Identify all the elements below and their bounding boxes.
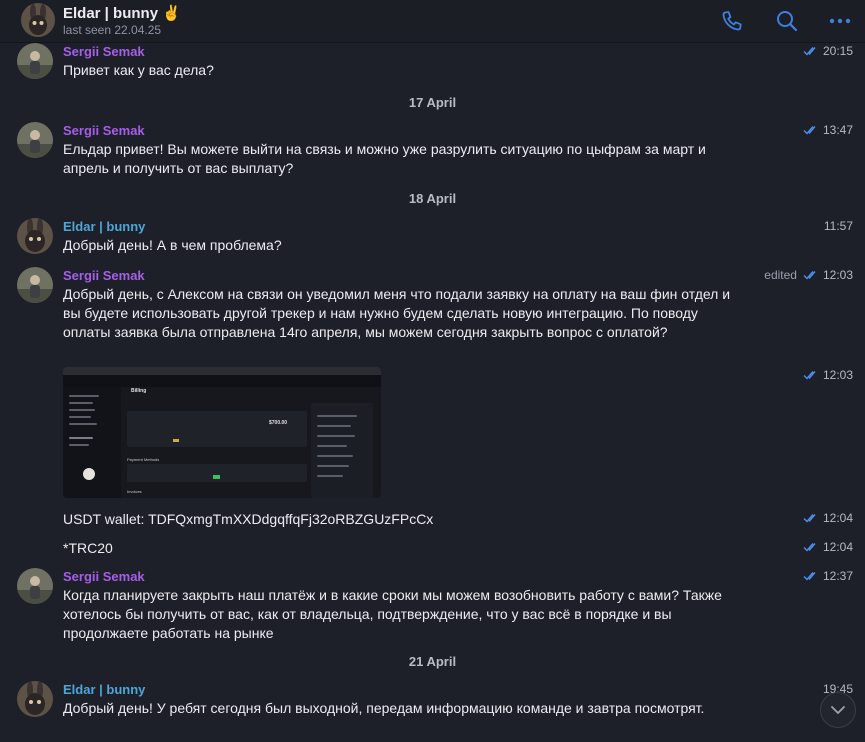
message-meta: 12:37 — [803, 569, 853, 583]
double-check-icon — [803, 543, 816, 552]
sergii-avatar[interactable] — [17, 267, 53, 303]
message-meta: 20:15 — [803, 44, 853, 58]
double-check-icon — [803, 371, 816, 380]
image-billing-title: Billing — [131, 388, 147, 394]
edited-label: edited — [764, 268, 797, 282]
billing-screenshot-image[interactable]: Billing $700.00 Payment Methods Invoices — [63, 367, 381, 498]
message-text: *TRC20 — [63, 540, 113, 556]
double-check-icon — [803, 572, 816, 581]
more-icon[interactable] — [828, 9, 852, 33]
sender-name[interactable]: Eldar | bunny — [63, 219, 145, 234]
chevron-down-icon — [831, 706, 845, 714]
phone-icon[interactable] — [720, 9, 744, 33]
message-text: Когда планируете закрыть наш платёж и в … — [63, 587, 722, 641]
date-separator: 17 April — [408, 95, 457, 110]
message-text: Добрый день! А в чем проблема? — [63, 237, 282, 253]
image-payment-methods: Payment Methods — [127, 457, 160, 462]
message-time: 12:04 — [822, 540, 853, 554]
message-time: 12:03 — [822, 268, 853, 282]
double-check-icon — [803, 126, 816, 135]
image-balance: $700.00 — [269, 420, 288, 426]
double-check-icon — [803, 514, 816, 523]
message-time: 20:15 — [822, 44, 853, 58]
message-text: Добрый день! У ребят сегодня был выходно… — [63, 700, 705, 716]
double-check-icon — [803, 47, 816, 56]
message-meta: 12:04 — [803, 540, 853, 554]
date-separator: 18 April — [408, 191, 457, 206]
message-meta: 12:04 — [803, 511, 853, 525]
message-text: Привет как у вас дела? — [63, 62, 214, 78]
eldar-avatar[interactable] — [17, 681, 53, 717]
sergii-avatar[interactable] — [17, 568, 53, 604]
wallet-message-text: USDT wallet: TDFQxmgTmXXDdgqffqFj32oRBZG… — [63, 511, 434, 527]
sender-name[interactable]: Sergii Semak — [63, 44, 145, 59]
chat-header: Eldar | bunny ✌ last seen 22.04.25 — [0, 0, 865, 43]
eldar-avatar[interactable] — [17, 218, 53, 254]
sergii-avatar[interactable] — [17, 43, 53, 79]
sender-name[interactable]: Sergii Semak — [63, 569, 145, 584]
message-time: 11:57 — [823, 219, 853, 233]
message-time: 12:03 — [822, 368, 853, 382]
message-text: Добрый день, с Алексом на связи он уведо… — [63, 286, 731, 340]
message-time: 12:04 — [822, 511, 853, 525]
scroll-to-bottom-button[interactable] — [820, 692, 856, 728]
message-time: 12:37 — [822, 569, 853, 583]
message-meta: edited 12:03 — [764, 268, 853, 282]
message-meta: 11:57 — [824, 219, 853, 233]
date-separator: 21 April — [408, 654, 457, 669]
message-text: Ельдар привет! Вы можете выйти на связь … — [63, 141, 706, 176]
sender-name[interactable]: Sergii Semak — [63, 123, 145, 138]
last-seen-status: last seen 22.04.25 — [63, 23, 162, 37]
contact-avatar[interactable] — [21, 3, 55, 37]
chat-title: Eldar | bunny ✌ — [63, 5, 181, 22]
double-check-icon — [803, 271, 816, 280]
search-icon[interactable] — [775, 9, 799, 33]
message-time: 13:47 — [822, 123, 853, 137]
sender-name[interactable]: Eldar | bunny — [63, 682, 145, 697]
message-meta: 12:03 — [803, 368, 853, 382]
sergii-avatar[interactable] — [17, 122, 53, 158]
message-meta: 13:47 — [803, 123, 853, 137]
image-invoices: Invoices — [127, 489, 142, 494]
sender-name[interactable]: Sergii Semak — [63, 268, 145, 283]
bunny-avatar-icon — [21, 3, 55, 37]
